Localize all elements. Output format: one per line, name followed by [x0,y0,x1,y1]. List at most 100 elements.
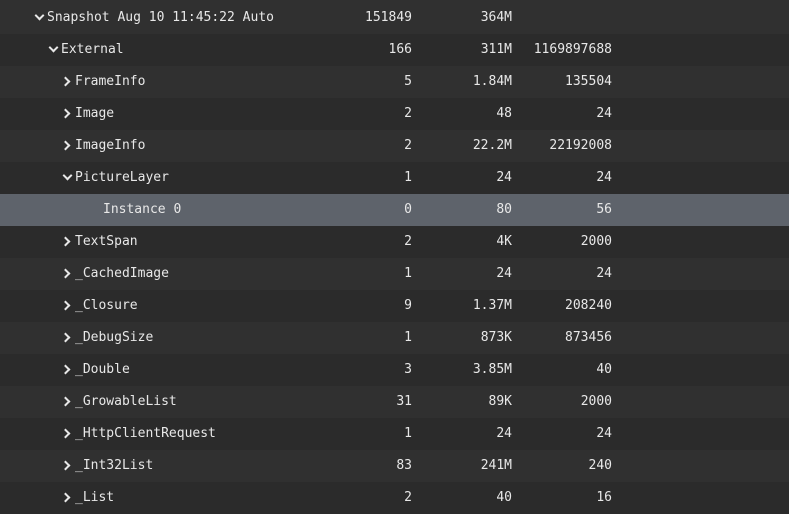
tree-row[interactable]: _Closure 9 1.37M 208240 [0,290,789,322]
instance-count: 3 [404,362,412,377]
chevron-right-icon[interactable] [61,450,75,482]
tree-row[interactable]: _Int32List 83 241M 240 [0,450,789,482]
row-label: _HttpClientRequest [75,426,216,441]
chevron-right-icon[interactable] [61,354,75,386]
retained-size: 24 [596,106,612,121]
row-label: _Closure [75,298,138,313]
tree-row[interactable]: Snapshot Aug 10 11:45:22 Auto 151849 364M [0,2,789,34]
chevron-right-icon[interactable] [61,322,75,354]
retained-size: 873456 [565,330,612,345]
chevron-right-icon[interactable] [61,98,75,130]
chevron-right-icon[interactable] [61,66,75,98]
row-label: _Double [75,362,130,377]
row-label: _DebugSize [75,330,154,345]
row-label: _List [75,490,115,505]
retained-size: 2000 [580,394,612,409]
chevron-right-icon[interactable] [61,258,75,290]
tree-row[interactable]: TextSpan 2 4K 2000 [0,226,789,258]
row-name-cell: TextSpan [61,226,138,258]
tree-row[interactable]: _GrowableList 31 89K 2000 [0,386,789,418]
instance-count: 1 [404,170,412,185]
shallow-size: 364M [480,10,512,25]
shallow-size: 22.2M [472,138,512,153]
tree-row-selected[interactable]: Instance 0 0 80 56 [0,194,789,226]
shallow-size: 4K [496,234,512,249]
instance-count: 31 [396,394,412,409]
shallow-size: 3.85M [472,362,512,377]
row-name-cell: _GrowableList [61,386,177,418]
row-label: _Int32List [75,458,154,473]
tree-row[interactable]: _List 2 40 16 [0,482,789,514]
chevron-right-icon[interactable] [61,130,75,162]
instance-count: 0 [404,202,412,217]
chevron-down-icon[interactable] [47,34,61,66]
row-name-cell: External [47,34,124,66]
shallow-size: 40 [496,490,512,505]
shallow-size: 89K [488,394,512,409]
tree-row[interactable]: _Double 3 3.85M 40 [0,354,789,386]
instance-count: 2 [404,490,412,505]
chevron-right-icon[interactable] [61,226,75,258]
retained-size: 208240 [565,298,612,313]
retained-size: 24 [596,266,612,281]
retained-size: 16 [596,490,612,505]
row-name-cell: _Double [61,354,130,386]
row-label: Image [75,106,115,121]
row-name-cell: Snapshot Aug 10 11:45:22 Auto [33,2,274,34]
row-name-cell: _Closure [61,290,138,322]
retained-size: 40 [596,362,612,377]
tree-row[interactable]: _CachedImage 1 24 24 [0,258,789,290]
retained-size: 24 [596,426,612,441]
retained-size: 135504 [565,74,612,89]
row-label: External [61,42,124,57]
retained-size [520,2,612,34]
shallow-size: 1.84M [472,74,512,89]
tree-row[interactable]: ImageInfo 2 22.2M 22192008 [0,130,789,162]
chevron-right-icon[interactable] [61,482,75,514]
retained-size: 240 [588,458,612,473]
row-name-cell: FrameInfo [61,66,145,98]
row-label: Snapshot Aug 10 11:45:22 Auto [47,10,274,25]
chevron-right-icon[interactable] [61,418,75,450]
row-label: ImageInfo [75,138,146,153]
row-name-cell: PictureLayer [61,162,169,194]
tree-row[interactable]: FrameInfo 5 1.84M 135504 [0,66,789,98]
chevron-right-icon[interactable] [61,290,75,322]
instance-count: 166 [388,42,412,57]
instance-count: 151849 [365,10,412,25]
instance-count: 83 [396,458,412,473]
shallow-size: 873K [480,330,512,345]
row-label: Instance 0 [103,202,182,217]
retained-size: 22192008 [549,138,612,153]
shallow-size: 24 [496,170,512,185]
shallow-size: 24 [496,426,512,441]
instance-count: 2 [404,234,412,249]
shallow-size: 48 [496,106,512,121]
shallow-size: 1.37M [472,298,512,313]
retained-size: 1169897688 [533,42,612,57]
row-name-cell: ImageInfo [61,130,145,162]
instance-count: 5 [404,74,412,89]
instance-count: 1 [404,266,412,281]
shallow-size: 311M [480,42,512,57]
shallow-size: 24 [496,266,512,281]
chevron-down-icon[interactable] [61,162,75,194]
tree-row[interactable]: PictureLayer 1 24 24 [0,162,789,194]
instance-count: 2 [404,138,412,153]
retained-size: 56 [596,202,612,217]
row-name-cell: _DebugSize [61,322,153,354]
row-name-cell: _HttpClientRequest [61,418,216,450]
chevron-down-icon[interactable] [33,2,47,34]
tree-row[interactable]: _DebugSize 1 873K 873456 [0,322,789,354]
instance-count: 1 [404,330,412,345]
chevron-right-icon[interactable] [61,386,75,418]
shallow-size: 80 [496,202,512,217]
instance-count: 2 [404,106,412,121]
row-label: FrameInfo [75,74,146,89]
tree-row[interactable]: Image 2 48 24 [0,98,789,130]
tree-row[interactable]: _HttpClientRequest 1 24 24 [0,418,789,450]
row-label: PictureLayer [75,170,169,185]
row-name-cell: _CachedImage [61,258,169,290]
tree-row[interactable]: External 166 311M 1169897688 [0,34,789,66]
instance-count: 9 [404,298,412,313]
